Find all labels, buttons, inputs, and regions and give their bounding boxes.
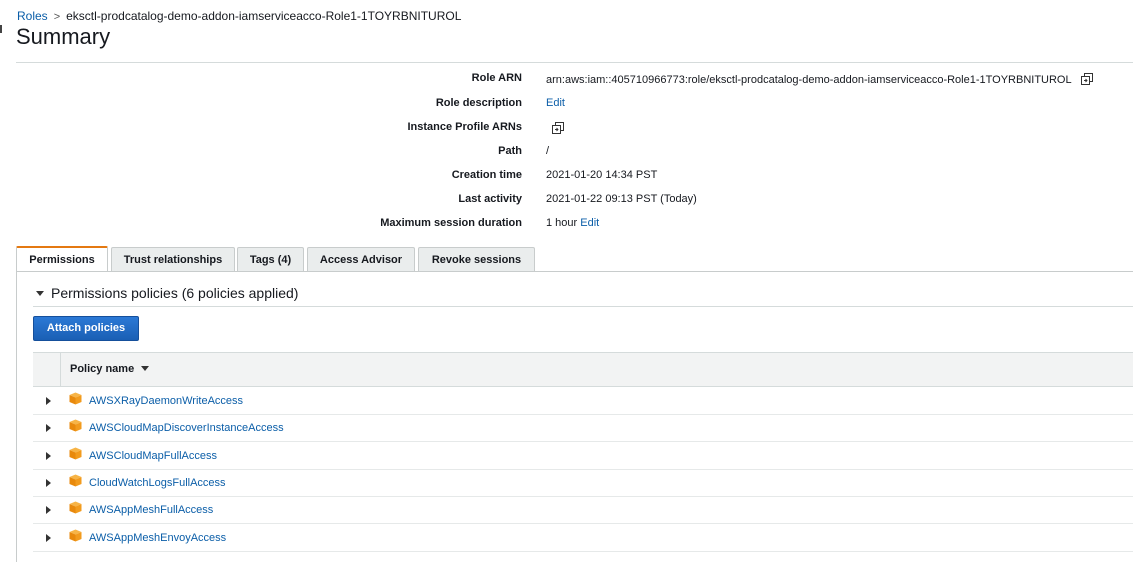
policy-name-link[interactable]: AWSAppMeshFullAccess bbox=[89, 504, 213, 516]
expand-row-icon[interactable] bbox=[46, 397, 51, 405]
tab-access-advisor[interactable]: Access Advisor bbox=[307, 247, 415, 272]
last-activity-value: 2021-01-22 09:13 PST (Today) bbox=[546, 193, 697, 205]
managed-policy-icon bbox=[69, 392, 82, 405]
role-description-label: Role description bbox=[435, 97, 522, 109]
expand-row-icon[interactable] bbox=[46, 424, 51, 432]
max-session-label: Maximum session duration bbox=[380, 217, 522, 229]
tab-permissions[interactable]: Permissions bbox=[16, 246, 108, 272]
role-arn-value: arn:aws:iam::405710966773:role/eksctl-pr… bbox=[546, 72, 1094, 86]
role-arn-label: Role ARN bbox=[471, 72, 522, 84]
table-row: AWSXRayDaemonWriteAccess bbox=[33, 387, 1133, 415]
table-header: Policy name bbox=[33, 352, 1133, 387]
policy-name-link[interactable]: AWSAppMeshEnvoyAccess bbox=[89, 532, 226, 544]
path-row: Path / bbox=[16, 145, 1116, 165]
path-value: / bbox=[546, 145, 550, 157]
expand-row-icon[interactable] bbox=[46, 506, 51, 514]
table-row: AWSCloudMapDiscoverInstanceAccess bbox=[33, 414, 1133, 442]
breadcrumb-separator: > bbox=[53, 11, 61, 23]
tab-revoke-sessions[interactable]: Revoke sessions bbox=[418, 247, 535, 272]
sort-down-icon bbox=[141, 366, 150, 371]
copy-icon[interactable] bbox=[1080, 72, 1094, 86]
table-row: AWSCloudMapFullAccess bbox=[33, 442, 1133, 470]
breadcrumb-roles-link[interactable]: Roles bbox=[17, 9, 48, 23]
creation-time-value: 2021-01-20 14:34 PST bbox=[546, 169, 658, 181]
managed-policy-icon bbox=[69, 447, 82, 460]
role-description-row: Role description Edit bbox=[16, 97, 1116, 117]
policy-name-column-header[interactable]: Policy name bbox=[70, 363, 150, 375]
tab-divider bbox=[16, 271, 1133, 272]
policy-name-link[interactable]: AWSCloudMapDiscoverInstanceAccess bbox=[89, 422, 284, 434]
title-divider bbox=[16, 62, 1133, 63]
path-label: Path bbox=[498, 145, 522, 157]
expand-row-icon[interactable] bbox=[46, 534, 51, 542]
role-arn-row: Role ARN arn:aws:iam::405710966773:role/… bbox=[16, 72, 1116, 92]
managed-policy-icon bbox=[69, 501, 82, 514]
instance-profile-label: Instance Profile ARNs bbox=[407, 121, 522, 133]
caret-down-icon bbox=[36, 291, 44, 296]
table-row: AWSAppMeshEnvoyAccess bbox=[33, 524, 1133, 552]
managed-policy-icon bbox=[69, 529, 82, 542]
window-edge-marker bbox=[0, 25, 2, 33]
tab-trust-relationships[interactable]: Trust relationships bbox=[111, 247, 235, 272]
breadcrumb: Roles > eksctl-prodcatalog-demo-addon-iams… bbox=[17, 9, 461, 23]
policy-name-link[interactable]: AWSCloudMapFullAccess bbox=[89, 450, 217, 462]
max-session-value: 1 hour bbox=[546, 217, 578, 229]
copy-icon[interactable] bbox=[551, 121, 565, 135]
tab-tags[interactable]: Tags (4) bbox=[237, 247, 304, 272]
managed-policy-icon bbox=[69, 474, 82, 487]
page-title: Summary bbox=[16, 24, 111, 49]
max-session-edit-link[interactable]: Edit bbox=[580, 217, 599, 229]
policy-name-link[interactable]: AWSXRayDaemonWriteAccess bbox=[89, 395, 243, 407]
policy-name-link[interactable]: CloudWatchLogsFullAccess bbox=[89, 477, 226, 489]
max-session-row: Maximum session duration 1 hour Edit bbox=[16, 217, 1116, 237]
table-row: CloudWatchLogsFullAccess bbox=[33, 469, 1133, 497]
last-activity-label: Last activity bbox=[458, 193, 522, 205]
panel-border bbox=[16, 271, 17, 562]
instance-profile-row: Instance Profile ARNs bbox=[16, 121, 1116, 141]
expand-row-icon[interactable] bbox=[46, 452, 51, 460]
last-activity-row: Last activity 2021-01-22 09:13 PST (Toda… bbox=[16, 193, 1116, 213]
expand-row-icon[interactable] bbox=[46, 479, 51, 487]
creation-time-row: Creation time 2021-01-20 14:34 PST bbox=[16, 169, 1116, 189]
creation-time-label: Creation time bbox=[451, 169, 522, 181]
permissions-policies-heading[interactable]: Permissions policies (6 policies applied… bbox=[36, 285, 298, 301]
table-row: AWSAppMeshFullAccess bbox=[33, 496, 1133, 524]
section-divider bbox=[33, 306, 1133, 307]
attach-policies-button[interactable]: Attach policies bbox=[33, 316, 139, 341]
role-description-edit-link[interactable]: Edit bbox=[546, 97, 565, 109]
breadcrumb-current: eksctl-prodcatalog-demo-addon-iamservice… bbox=[66, 9, 462, 23]
expand-column-header bbox=[33, 353, 61, 386]
managed-policy-icon bbox=[69, 419, 82, 432]
